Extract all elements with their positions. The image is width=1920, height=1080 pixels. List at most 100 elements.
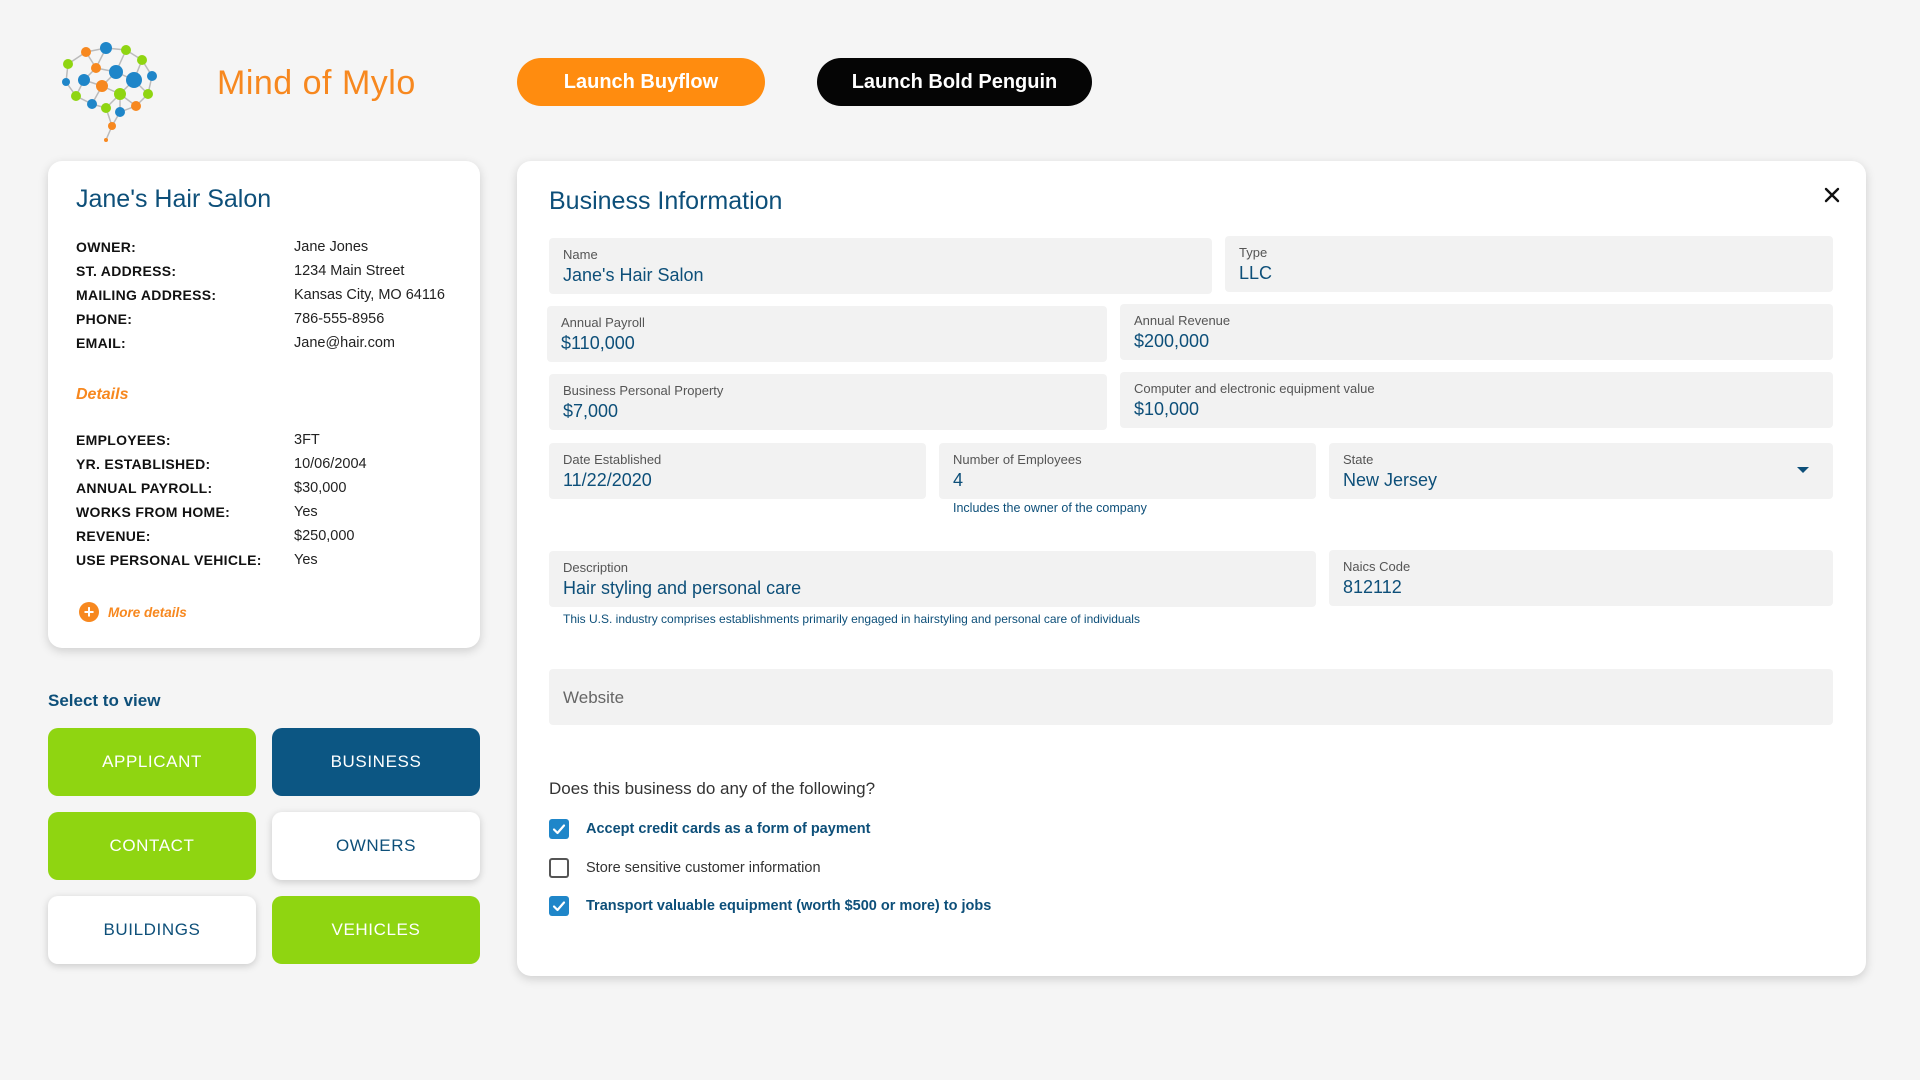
date-established-field[interactable]: Date Established 11/22/2020 [549, 443, 926, 499]
details-heading: Details [76, 386, 129, 403]
business-personal-property-field[interactable]: Business Personal Property $7,000 [549, 374, 1107, 430]
owner-key: OWNER: [76, 239, 137, 255]
revenue-key: REVENUE: [76, 528, 151, 544]
personal-vehicle-value: Yes [294, 552, 318, 568]
summary-title: Jane's Hair Salon [76, 185, 272, 213]
owner-row: OWNER: Jane Jones [76, 235, 456, 259]
owner-value: Jane Jones [294, 239, 369, 255]
chevron-down-icon [1797, 467, 1809, 473]
annual-payroll-key: ANNUAL PAYROLL: [76, 480, 213, 496]
more-details-label: More details [108, 604, 187, 620]
mailing-address-key: MAILING ADDRESS: [76, 287, 217, 303]
website-placeholder: Website [563, 688, 625, 707]
description-field[interactable]: Description Hair styling and personal ca… [549, 551, 1316, 607]
transport-equipment-label: Transport valuable equipment (worth $500… [586, 898, 992, 914]
annual-payroll-row: ANNUAL PAYROLL: $30,000 [76, 476, 456, 500]
number-of-employees-label: Number of Employees [953, 452, 1082, 467]
phone-key: PHONE: [76, 311, 133, 327]
checkbox-transport-equipment[interactable]: Transport valuable equipment (worth $500… [549, 896, 991, 916]
details-list: EMPLOYEES: 3FT YR. ESTABLISHED: 10/06/20… [76, 428, 456, 572]
accept-credit-cards-label: Accept credit cards as a form of payment [586, 821, 871, 837]
phone-row: PHONE: 786-555-8956 [76, 307, 456, 331]
store-sensitive-info-label: Store sensitive customer information [586, 860, 821, 876]
annual-payroll-field[interactable]: Annual Payroll $110,000 [547, 306, 1107, 362]
employees-value: 3FT [294, 432, 320, 448]
brain-network-logo [56, 36, 170, 142]
checkbox-store-sensitive-info[interactable]: Store sensitive customer information [549, 858, 821, 878]
mailing-address-row: MAILING ADDRESS: Kansas City, MO 64116 [76, 283, 456, 307]
contact-info-list: OWNER: Jane Jones ST. ADDRESS: 1234 Main… [76, 235, 456, 355]
naics-code-value: 812112 [1343, 577, 1402, 597]
state-select[interactable]: State New Jersey [1329, 443, 1833, 499]
employees-hint: Includes the owner of the company [953, 501, 1147, 515]
naics-code-field[interactable]: Naics Code 812112 [1329, 550, 1833, 606]
checkbox-checked-icon[interactable] [549, 896, 569, 916]
state-value: New Jersey [1343, 470, 1438, 490]
tile-vehicles[interactable]: VEHICLES [272, 896, 480, 964]
bpp-value: $7,000 [563, 401, 619, 421]
tile-owners[interactable]: OWNERS [272, 812, 480, 880]
brand-title: Mind of Mylo [217, 64, 416, 102]
name-label: Name [563, 247, 598, 262]
tile-buildings[interactable]: BUILDINGS [48, 896, 256, 964]
checkbox-checked-icon[interactable] [549, 819, 569, 839]
type-field[interactable]: Type LLC [1225, 236, 1833, 292]
street-address-key: ST. ADDRESS: [76, 263, 177, 279]
works-from-home-row: WORKS FROM HOME: Yes [76, 500, 456, 524]
computer-equipment-label: Computer and electronic equipment value [1134, 381, 1375, 396]
year-established-value: 10/06/2004 [294, 456, 367, 472]
personal-vehicle-row: USE PERSONAL VEHICLE: Yes [76, 548, 456, 572]
computer-equipment-field[interactable]: Computer and electronic equipment value … [1120, 372, 1833, 428]
date-established-label: Date Established [563, 452, 662, 467]
annual-revenue-value: $200,000 [1134, 331, 1210, 351]
description-value: Hair styling and personal care [563, 578, 802, 598]
naics-code-label: Naics Code [1343, 559, 1411, 574]
phone-value: 786-555-8956 [294, 311, 385, 327]
description-hint: This U.S. industry comprises establishme… [563, 612, 1140, 626]
tile-applicant[interactable]: APPLICANT [48, 728, 256, 796]
street-address-row: ST. ADDRESS: 1234 Main Street [76, 259, 456, 283]
annual-payroll-label: Annual Payroll [561, 315, 645, 330]
plus-circle-icon: + [79, 602, 99, 622]
email-value: Jane@hair.com [294, 335, 395, 351]
works-from-home-key: WORKS FROM HOME: [76, 504, 231, 520]
business-summary-card: Jane's Hair Salon OWNER: Jane Jones ST. … [48, 161, 480, 648]
tile-business[interactable]: BUSINESS [272, 728, 480, 796]
annual-revenue-label: Annual Revenue [1134, 313, 1231, 328]
name-field[interactable]: Name Jane's Hair Salon [549, 238, 1212, 294]
description-label: Description [563, 560, 629, 575]
number-of-employees-field[interactable]: Number of Employees 4 [939, 443, 1316, 499]
activities-question: Does this business do any of the followi… [549, 779, 876, 798]
panel-title: Business Information [549, 187, 783, 215]
revenue-row: REVENUE: $250,000 [76, 524, 456, 548]
street-address-value: 1234 Main Street [294, 263, 405, 279]
website-field[interactable]: Website [549, 669, 1833, 725]
checkbox-unchecked-icon[interactable] [549, 858, 569, 878]
checkbox-accept-credit-cards[interactable]: Accept credit cards as a form of payment [549, 819, 870, 839]
select-to-view-heading: Select to view [48, 691, 161, 710]
page: Mind of Mylo Launch Buyflow Launch Bold … [0, 0, 1920, 1080]
state-label: State [1343, 452, 1374, 467]
computer-equipment-value: $10,000 [1134, 399, 1200, 419]
bpp-label: Business Personal Property [563, 383, 724, 398]
business-information-panel: Business Information Name Jane's Hair Sa… [517, 161, 1866, 976]
date-established-value: 11/22/2020 [563, 470, 652, 490]
annual-payroll-input-value: $110,000 [561, 333, 635, 353]
mailing-address-value: Kansas City, MO 64116 [294, 287, 445, 303]
employees-row: EMPLOYEES: 3FT [76, 428, 456, 452]
year-established-row: YR. ESTABLISHED: 10/06/2004 [76, 452, 456, 476]
type-value: LLC [1239, 263, 1273, 283]
name-value: Jane's Hair Salon [563, 265, 704, 285]
more-details-link[interactable]: + More details [79, 602, 187, 622]
close-icon[interactable] [1820, 183, 1844, 207]
email-key: EMAIL: [76, 335, 127, 351]
launch-bold-penguin-button[interactable]: Launch Bold Penguin [817, 58, 1092, 106]
annual-payroll-value: $30,000 [294, 480, 347, 496]
tile-contact[interactable]: CONTACT [48, 812, 256, 880]
employees-key: EMPLOYEES: [76, 432, 171, 448]
launch-buyflow-button[interactable]: Launch Buyflow [517, 58, 765, 106]
type-label: Type [1239, 245, 1268, 260]
year-established-key: YR. ESTABLISHED: [76, 456, 211, 472]
works-from-home-value: Yes [294, 504, 318, 520]
annual-revenue-field[interactable]: Annual Revenue $200,000 [1120, 304, 1833, 360]
